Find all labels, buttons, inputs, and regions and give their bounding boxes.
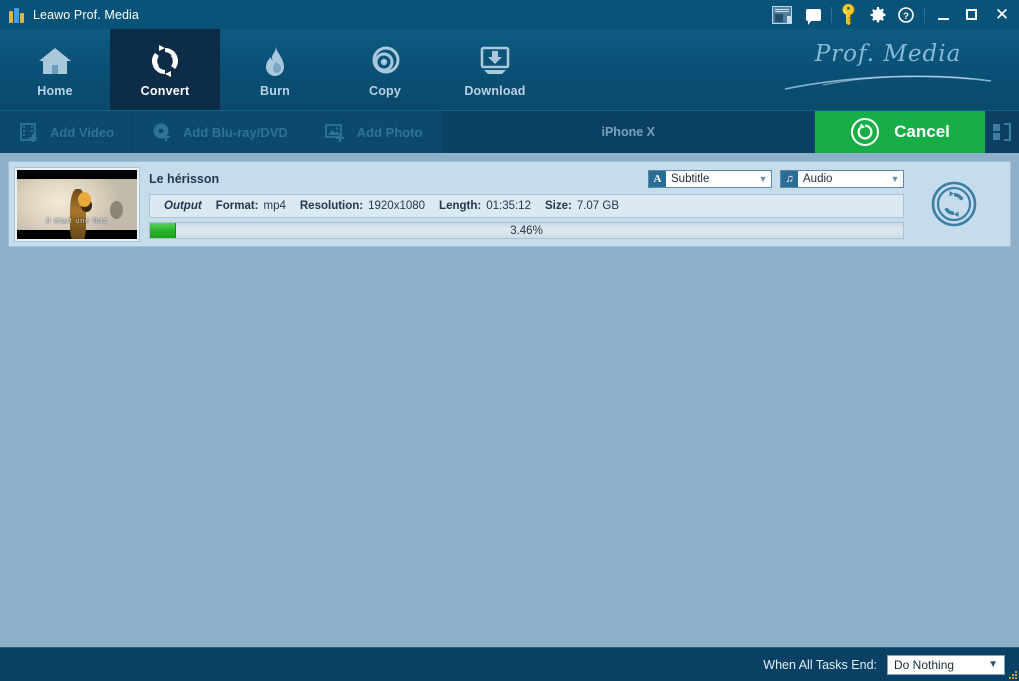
nav-label-home: Home [37,83,73,98]
nav-item-home[interactable]: Home [0,29,110,110]
subtitle-icon: A [649,170,666,187]
nav-item-convert[interactable]: Convert [110,29,220,110]
audio-select-value: Audio [803,172,833,185]
nav-item-burn[interactable]: Burn [220,29,330,110]
home-icon [35,42,75,80]
audio-select[interactable]: ♫ Audio ▼ [780,169,904,188]
resize-grip-icon[interactable] [1007,669,1017,679]
nav-label-download: Download [464,83,526,98]
add-disc-icon [151,121,173,143]
main-navigation: Home Convert Burn Copy Download Prof. Me… [0,29,1019,110]
subtitle-select[interactable]: A Subtitle ▼ [648,169,772,188]
minimize-icon[interactable] [929,0,957,29]
nav-item-download[interactable]: Download [440,29,550,110]
track-selectors: A Subtitle ▼ ♫ Audio ▼ [648,169,904,188]
add-video-label: Add Video [50,124,115,140]
video-thumbnail: il était une fois [14,167,140,242]
brand-text: Prof. Media [814,41,962,67]
subtitle-select-value: Subtitle [671,172,710,185]
convert-circle-icon[interactable] [904,168,1004,240]
chevron-down-icon: ▼ [758,173,768,184]
format-value: mp4 [263,200,286,212]
leawo-logo-icon [9,7,25,23]
add-photo-label: Add Photo [356,124,423,140]
add-video-button[interactable]: Add Video [0,111,134,153]
output-format: Format: mp4 [216,200,286,212]
cancel-label: Cancel [894,122,950,141]
title-bar-controls: 🔑 ? ✕ [765,0,1019,29]
task-list-area: il était une fois Le hérisson A Subtitle… [0,153,1019,647]
format-key: Format: [215,200,259,212]
application-window: Leawo Prof. Media 🔑 ? ✕ Home Convert Bur… [0,0,1019,681]
disc-icon [365,42,405,80]
maximize-icon[interactable] [957,0,985,29]
divider [831,6,832,23]
convert-icon [145,42,185,80]
output-length: Length: 01:35:12 [439,200,531,212]
action-toolbar: Add Video Add Blu-ray/DVD Add Photo iPho… [0,110,1019,153]
size-value: 7.07 GB [576,200,620,212]
divider [924,6,925,23]
task-details: Le hérisson A Subtitle ▼ ♫ Audio ▼ Outpu… [139,168,904,240]
download-icon [475,42,515,80]
output-heading: Output [164,200,202,212]
when-tasks-end-label: When All Tasks End: [763,657,877,672]
audio-icon: ♫ [781,170,798,187]
add-bluray-dvd-button[interactable]: Add Blu-ray/DVD [133,111,307,153]
task-header: Le hérisson A Subtitle ▼ ♫ Audio ▼ [149,168,904,189]
length-value: 01:35:12 [486,200,531,212]
cancel-icon [850,117,880,147]
nav-label-burn: Burn [260,83,290,98]
resolution-key: Resolution: [299,200,364,212]
close-icon[interactable]: ✕ [985,0,1019,29]
news-icon[interactable] [765,0,799,29]
panel-layout-icon[interactable] [985,111,1019,153]
window-title: Leawo Prof. Media [33,7,139,22]
add-photo-button[interactable]: Add Photo [307,111,442,153]
progress-percent-label: 3.46% [510,224,543,237]
output-size: Size: 7.07 GB [545,200,619,212]
thumbnail-subtitle-text: il était une fois [46,218,108,225]
add-photo-icon [324,121,347,143]
output-info-strip: Output Format: mp4 Resolution: 1920x1080… [149,194,904,218]
resolution-value: 1920x1080 [368,200,426,212]
add-video-icon [18,121,40,143]
chevron-down-icon: ▼ [988,659,998,670]
output-profile-label: iPhone X [601,125,655,139]
nav-item-copy[interactable]: Copy [330,29,440,110]
brand-logo: Prof. Media [783,41,993,101]
length-key: Length: [439,200,482,212]
task-title: Le hérisson [149,171,220,186]
status-bar: When All Tasks End: Do Nothing ▼ [0,647,1019,681]
when-tasks-end-select[interactable]: Do Nothing ▼ [887,654,1005,675]
output-profile-button[interactable]: iPhone X [441,111,815,153]
progress-bar: 3.46% [149,222,904,239]
cancel-button[interactable]: Cancel [815,111,985,153]
title-bar: Leawo Prof. Media 🔑 ? ✕ [0,0,1019,29]
gear-icon[interactable] [864,0,892,29]
flame-icon [255,42,295,80]
help-icon[interactable]: ? [892,0,920,29]
add-bluray-label: Add Blu-ray/DVD [183,124,288,140]
speech-bubble-icon[interactable] [799,0,827,29]
when-tasks-end-value: Do Nothing [894,657,955,672]
svg-text:?: ? [903,10,909,21]
output-resolution: Resolution: 1920x1080 [300,200,425,212]
chevron-down-icon: ▼ [890,173,900,184]
task-row[interactable]: il était une fois Le hérisson A Subtitle… [8,161,1011,247]
key-icon[interactable]: 🔑 [836,0,864,29]
nav-label-convert: Convert [140,83,190,98]
nav-label-copy: Copy [368,83,402,98]
size-key: Size: [544,200,572,212]
